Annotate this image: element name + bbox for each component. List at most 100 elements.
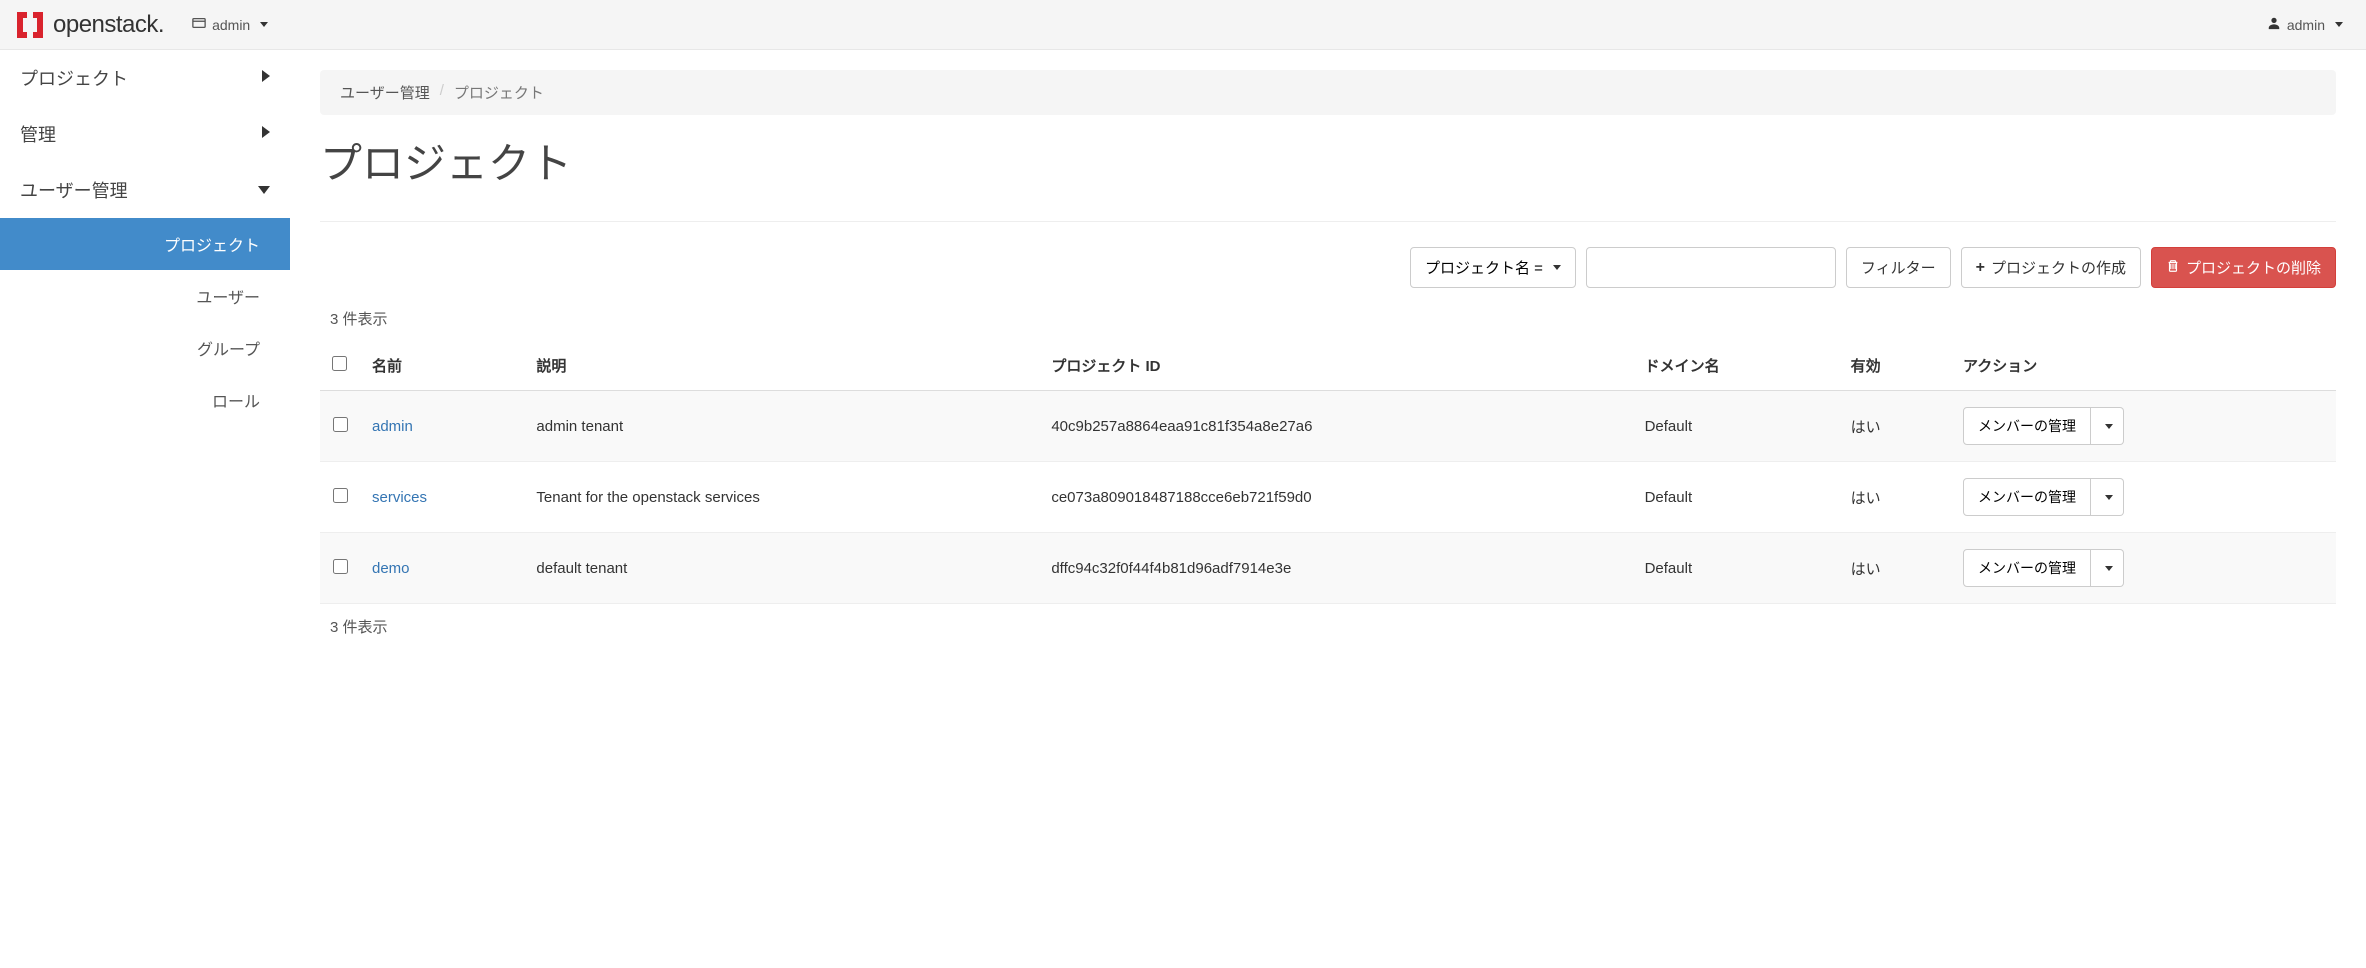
row-checkbox-cell bbox=[320, 462, 360, 533]
filter-input[interactable] bbox=[1586, 247, 1836, 288]
subnav-projects[interactable]: プロジェクト bbox=[0, 218, 290, 270]
page-title: プロジェクト bbox=[320, 130, 2336, 191]
filter-column-select[interactable]: プロジェクト名 = bbox=[1410, 247, 1576, 288]
table-row: adminadmin tenant40c9b257a8864eaa91c81f3… bbox=[320, 391, 2336, 462]
delete-button-label: プロジェクトの削除 bbox=[2186, 257, 2321, 278]
row-name-cell: admin bbox=[360, 391, 524, 462]
row-desc: default tenant bbox=[524, 533, 1039, 604]
col-desc: 説明 bbox=[524, 341, 1039, 391]
row-action-group: メンバーの管理 bbox=[1963, 549, 2124, 587]
create-project-button[interactable]: プロジェクトの作成 bbox=[1961, 247, 2141, 288]
manage-members-button[interactable]: メンバーの管理 bbox=[1963, 407, 2091, 445]
projects-table: 名前 説明 プロジェクト ID ドメイン名 有効 アクション adminadmi… bbox=[320, 341, 2336, 604]
row-project-id: ce073a809018487188cce6eb721f59d0 bbox=[1039, 462, 1632, 533]
row-action-cell: メンバーの管理 bbox=[1951, 462, 2336, 533]
row-enabled: はい bbox=[1839, 391, 1951, 462]
col-project-id: プロジェクト ID bbox=[1039, 341, 1632, 391]
row-project-id: 40c9b257a8864eaa91c81f354a8e27a6 bbox=[1039, 391, 1632, 462]
row-checkbox[interactable] bbox=[333, 559, 348, 574]
breadcrumb-separator: / bbox=[440, 82, 444, 103]
sidebar-item-user-mgmt[interactable]: ユーザー管理 bbox=[0, 162, 290, 218]
row-checkbox-cell bbox=[320, 391, 360, 462]
breadcrumb-current: プロジェクト bbox=[454, 82, 544, 103]
sidebar-item-project[interactable]: プロジェクト bbox=[0, 50, 290, 106]
caret-down-icon bbox=[2335, 22, 2343, 27]
subnav-users[interactable]: ユーザー bbox=[0, 270, 290, 322]
row-action-dropdown[interactable] bbox=[2091, 478, 2124, 516]
row-desc: Tenant for the openstack services bbox=[524, 462, 1039, 533]
table-row: services Tenant for the openstack service… bbox=[320, 462, 2336, 533]
breadcrumb-root: ユーザー管理 bbox=[340, 82, 430, 103]
delete-project-button[interactable]: プロジェクトの削除 bbox=[2151, 247, 2336, 288]
filter-select-label: プロジェクト名 = bbox=[1425, 257, 1543, 278]
caret-down-icon bbox=[2105, 424, 2113, 429]
row-action-cell: メンバーの管理 bbox=[1951, 391, 2336, 462]
project-name-link[interactable]: services bbox=[372, 489, 427, 506]
topbar: openstack. admin admin bbox=[0, 0, 2366, 50]
row-action-dropdown[interactable] bbox=[2091, 549, 2124, 587]
subnav-label: ユーザー bbox=[196, 290, 260, 307]
row-action-cell: メンバーの管理 bbox=[1951, 533, 2336, 604]
row-enabled: はい bbox=[1839, 462, 1951, 533]
project-name-link[interactable]: admin bbox=[372, 418, 413, 435]
plus-icon bbox=[1976, 259, 1985, 277]
layout: プロジェクト 管理 ユーザー管理 プロジェクト ユーザー グループ ロール bbox=[0, 50, 2366, 968]
sidebar-subnav: プロジェクト ユーザー グループ ロール bbox=[0, 218, 290, 426]
trash-icon bbox=[2166, 259, 2180, 277]
row-count-top: 3 件表示 bbox=[330, 308, 2336, 329]
subnav-roles[interactable]: ロール bbox=[0, 374, 290, 426]
row-checkbox[interactable] bbox=[333, 488, 348, 503]
filter-button[interactable]: フィルター bbox=[1846, 247, 1951, 288]
domain-selector-button[interactable]: admin bbox=[184, 10, 276, 39]
row-action-group: メンバーの管理 bbox=[1963, 407, 2124, 445]
caret-down-icon bbox=[1553, 265, 1561, 270]
table-row: demo default tenantdffc94c32f0f44f4b81d96… bbox=[320, 533, 2336, 604]
select-all-checkbox[interactable] bbox=[332, 356, 347, 371]
chevron-down-icon bbox=[258, 181, 270, 199]
row-domain: Default bbox=[1633, 533, 1839, 604]
sidebar-item-admin[interactable]: 管理 bbox=[0, 106, 290, 162]
subnav-label: プロジェクト bbox=[164, 238, 260, 255]
row-project-id: dffc94c32f0f44f4b81d96adf7914e3e bbox=[1039, 533, 1632, 604]
manage-members-button[interactable]: メンバーの管理 bbox=[1963, 478, 2091, 516]
row-action-dropdown[interactable] bbox=[2091, 407, 2124, 445]
col-domain: ドメイン名 bbox=[1633, 341, 1839, 391]
caret-down-icon bbox=[2105, 566, 2113, 571]
chevron-right-icon bbox=[262, 69, 270, 87]
divider bbox=[320, 221, 2336, 222]
domain-icon bbox=[192, 16, 206, 33]
main-content: ユーザー管理 / プロジェクト プロジェクト プロジェクト名 = フィルター プ… bbox=[290, 50, 2366, 968]
row-domain: Default bbox=[1633, 391, 1839, 462]
row-domain: Default bbox=[1633, 462, 1839, 533]
row-action-group: メンバーの管理 bbox=[1963, 478, 2124, 516]
subnav-label: グループ bbox=[197, 342, 260, 359]
table-header-row: 名前 説明 プロジェクト ID ドメイン名 有効 アクション bbox=[320, 341, 2336, 391]
chevron-right-icon bbox=[262, 125, 270, 143]
row-checkbox-cell bbox=[320, 533, 360, 604]
create-button-label: プロジェクトの作成 bbox=[1991, 257, 2126, 278]
action-bar: プロジェクト名 = フィルター プロジェクトの作成 プロジェクトの削除 bbox=[320, 247, 2336, 288]
col-enabled: 有効 bbox=[1839, 341, 1951, 391]
row-checkbox[interactable] bbox=[333, 417, 348, 432]
row-name-cell: demo bbox=[360, 533, 524, 604]
sidebar-item-label: 管理 bbox=[20, 121, 56, 147]
row-count-bottom: 3 件表示 bbox=[330, 616, 2336, 637]
col-actions: アクション bbox=[1951, 341, 2336, 391]
caret-down-icon bbox=[2105, 495, 2113, 500]
caret-down-icon bbox=[260, 22, 268, 27]
sidebar: プロジェクト 管理 ユーザー管理 プロジェクト ユーザー グループ ロール bbox=[0, 50, 290, 968]
sidebar-item-label: プロジェクト bbox=[20, 65, 128, 91]
project-name-link[interactable]: demo bbox=[372, 560, 410, 577]
user-icon bbox=[2267, 16, 2281, 33]
breadcrumb: ユーザー管理 / プロジェクト bbox=[320, 70, 2336, 115]
manage-members-button[interactable]: メンバーの管理 bbox=[1963, 549, 2091, 587]
sidebar-item-label: ユーザー管理 bbox=[20, 177, 128, 203]
subnav-label: ロール bbox=[212, 394, 260, 411]
subnav-groups[interactable]: グループ bbox=[0, 322, 290, 374]
row-enabled: はい bbox=[1839, 533, 1951, 604]
row-name-cell: services bbox=[360, 462, 524, 533]
brand-text: openstack. bbox=[53, 11, 164, 39]
domain-label: admin bbox=[212, 17, 250, 33]
user-menu-button[interactable]: admin bbox=[2259, 10, 2351, 39]
brand-link[interactable]: openstack. bbox=[15, 10, 164, 40]
